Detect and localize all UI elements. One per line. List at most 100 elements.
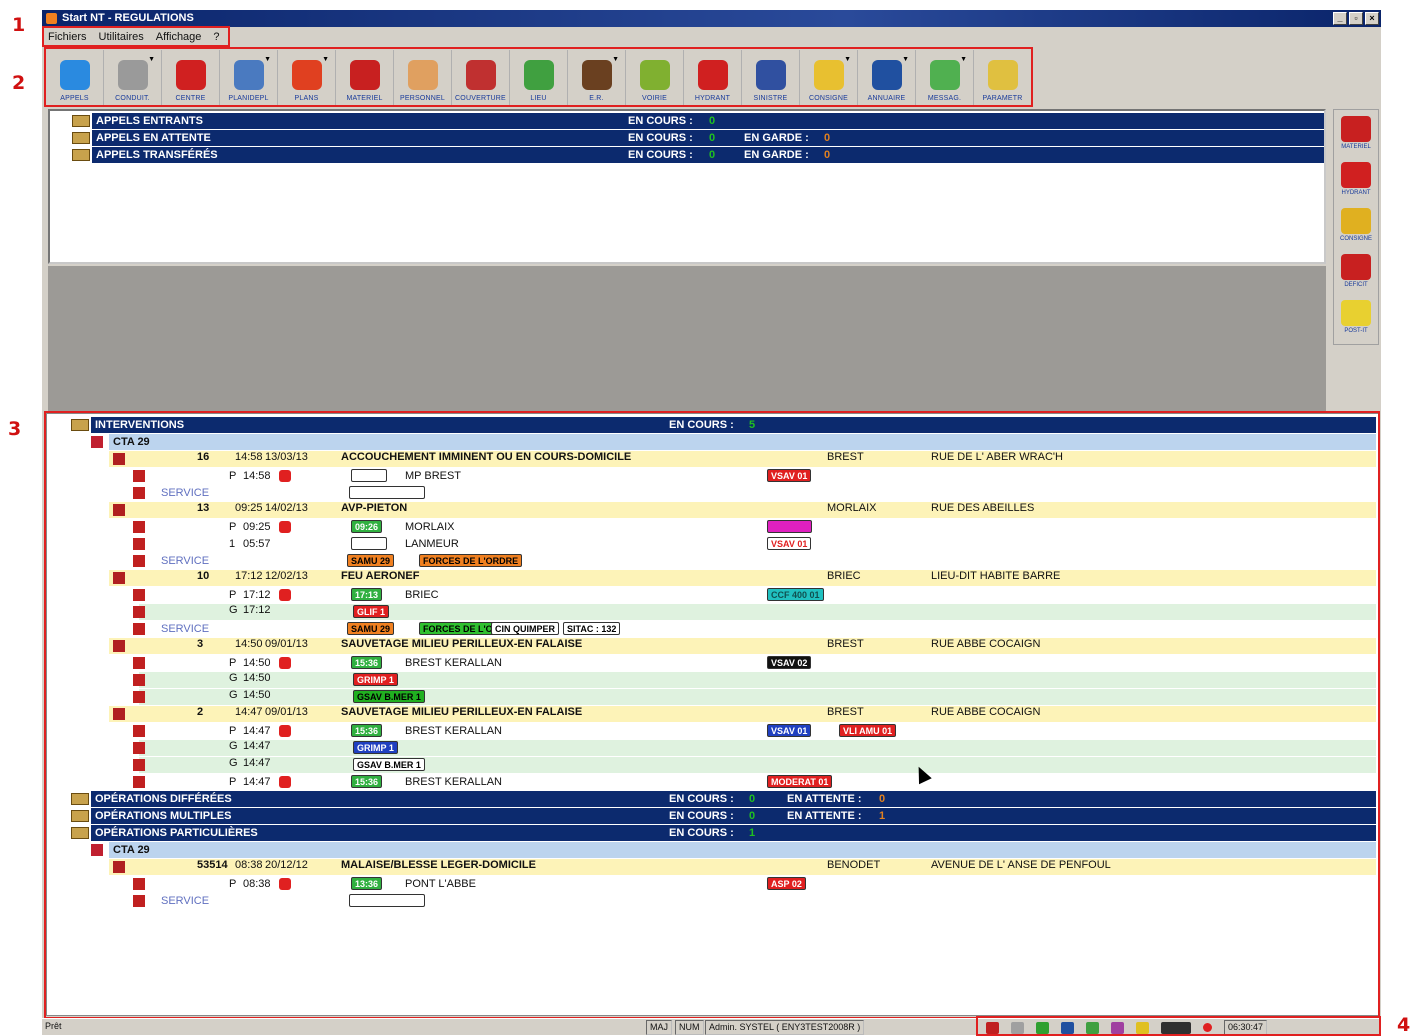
section-header[interactable]: OPÉRATIONS DIFFÉRÉES EN COURS : 0 EN ATTEN…: [91, 791, 1376, 807]
time-chip[interactable]: 15:36: [351, 775, 383, 788]
toolbar-button-voirie[interactable]: VOIRIE: [626, 50, 684, 106]
sidebar-button-materiel[interactable]: MATERIEL: [1334, 110, 1378, 156]
timer-chip[interactable]: [349, 486, 425, 499]
service-tag[interactable]: SAMU 29: [347, 622, 395, 635]
toolbar-button-personnel[interactable]: PERSONNEL: [394, 50, 452, 106]
unit-row[interactable]: P 14:47 15:36 BREST KERALLAN MODERAT 01: [139, 774, 1376, 790]
toolbar-button-plans[interactable]: ▼ PLANS: [278, 50, 336, 106]
toolbar-button-couverture[interactable]: COUVERTURE: [452, 50, 510, 106]
time-chip[interactable]: 09:26: [351, 520, 383, 533]
unit-row[interactable]: G 14:47 GRIMP 1: [139, 740, 1376, 756]
menu-utilitaires[interactable]: Utilitaires: [99, 28, 144, 46]
vehicle-chip[interactable]: VSAV 02: [767, 656, 812, 669]
toolbar-button-hydrant[interactable]: HYDRANT: [684, 50, 742, 106]
toolbar-button-appels[interactable]: APPELS: [46, 50, 104, 106]
unit-row[interactable]: SERVICE SAMU 29 FORCES DE L'ORDRE CIN QUIMP…: [139, 621, 1376, 637]
toolbar-button-centre[interactable]: CENTRE: [162, 50, 220, 106]
tray-radio-icon[interactable]: [1111, 1021, 1124, 1034]
empty-chip[interactable]: [351, 537, 387, 550]
intervention-row[interactable]: 3 14:50 09/01/13 SAUVETAGE MILIEU PERILLEUX…: [109, 638, 1376, 654]
time-chip[interactable]: 15:36: [351, 724, 383, 737]
unit-row[interactable]: SERVICE: [139, 485, 1376, 501]
empty-chip[interactable]: [351, 469, 387, 482]
unit-row[interactable]: P 14:47 15:36 BREST KERALLAN VSAV 01 VLI AMU …: [139, 723, 1376, 739]
intervention-row[interactable]: 53514 08:38 20/12/12 MALAISE/BLESSE LEGER-D…: [109, 859, 1376, 875]
unit-row[interactable]: P 08:38 13:36 PONT L'ABBE ASP 02: [139, 876, 1376, 892]
call-row[interactable]: APPELS TRANSFÉRÉS EN COURS : 0 EN GARDE : …: [92, 147, 1324, 163]
unit-row[interactable]: 1 05:57 LANMEUR VSAV 01: [139, 536, 1376, 552]
section-header[interactable]: OPÉRATIONS PARTICULIÈRES EN COURS : 1: [91, 825, 1376, 841]
toolbar-button-conduit[interactable]: ▼ CONDUIT.: [104, 50, 162, 106]
unit-row[interactable]: G 17:12 GLIF 1: [139, 604, 1376, 620]
vehicle-chip[interactable]: MODERAT 01: [767, 775, 833, 788]
unit-chip[interactable]: GSAV B.MER 1: [353, 690, 425, 703]
maximize-button[interactable]: ▫: [1349, 12, 1363, 25]
tray-chart-icon[interactable]: [1086, 1021, 1099, 1034]
call-row[interactable]: APPELS ENTRANTS EN COURS : 0: [92, 113, 1324, 129]
menu-affichage[interactable]: Affichage: [156, 28, 202, 46]
intervention-row[interactable]: 16 14:58 13/03/13 ACCOUCHEMENT IMMINENT OU …: [109, 451, 1376, 467]
unit-row[interactable]: G 14:50 GRIMP 1: [139, 672, 1376, 688]
chevron-down-icon[interactable]: ▼: [960, 56, 967, 63]
service-tag[interactable]: FORCES DE L'ORDRE: [419, 554, 523, 567]
unit-row[interactable]: G 14:47 GSAV B.MER 1: [139, 757, 1376, 773]
tray-network-icon[interactable]: [1061, 1021, 1074, 1034]
toolbar-button-planidepl[interactable]: ▼ PLANIDEPL: [220, 50, 278, 106]
vehicle-chip[interactable]: ASP 02: [767, 877, 806, 890]
toolbar-button-lieu[interactable]: LIEU: [510, 50, 568, 106]
chevron-down-icon[interactable]: ▼: [148, 56, 155, 63]
toolbar-button-annuaire[interactable]: ▼ ANNUAIRE: [858, 50, 916, 106]
vehicle-chip[interactable]: VSAV 01: [767, 537, 812, 550]
vehicle-chip[interactable]: VSAV 01: [767, 724, 812, 737]
sidebar-button-deficit[interactable]: DEFICIT: [1334, 248, 1378, 294]
time-chip[interactable]: 15:36: [351, 656, 383, 669]
call-row[interactable]: APPELS EN ATTENTE EN COURS : 0 EN GARDE : …: [92, 130, 1324, 146]
minimize-button[interactable]: _: [1333, 12, 1347, 25]
tray-alert-icon[interactable]: [986, 1021, 999, 1034]
tray-map-icon[interactable]: [1036, 1021, 1049, 1034]
vehicle-chip[interactable]: CCF 400 01: [767, 588, 824, 601]
toolbar-button-sinistre[interactable]: SINISTRE: [742, 50, 800, 106]
unit-row[interactable]: P 17:12 17:13 BRIEC CCF 400 01: [139, 587, 1376, 603]
unit-chip[interactable]: GSAV B.MER 1: [353, 758, 425, 771]
service-tag[interactable]: CIN QUIMPER: [491, 622, 560, 635]
vehicle-chip[interactable]: VLI AMU 01: [839, 724, 897, 737]
intervention-row[interactable]: 13 09:25 14/02/13 AVP-PIETON MORLAIX RUE DES …: [109, 502, 1376, 518]
toolbar-button-messag[interactable]: ▼ MESSAG.: [916, 50, 974, 106]
unit-row[interactable]: P 14:50 15:36 BREST KERALLAN VSAV 02: [139, 655, 1376, 671]
sidebar-button-consigne[interactable]: CONSIGNE: [1334, 202, 1378, 248]
tray-info-icon[interactable]: [1136, 1021, 1149, 1034]
unit-chip[interactable]: GLIF 1: [353, 605, 390, 618]
intervention-row[interactable]: 2 14:47 09/01/13 SAUVETAGE MILIEU PERILLEUX…: [109, 706, 1376, 722]
unit-row[interactable]: P 14:58 MP BREST VSAV 01: [139, 468, 1376, 484]
vehicle-chip[interactable]: BSAV 01: [767, 520, 812, 533]
toolbar-button-parametr[interactable]: PARAMETR: [974, 50, 1032, 106]
sidebar-button-hydrant[interactable]: HYDRANT: [1334, 156, 1378, 202]
chevron-down-icon[interactable]: ▼: [264, 56, 271, 63]
unit-chip[interactable]: GRIMP 1: [353, 673, 398, 686]
unit-row[interactable]: SERVICE: [139, 893, 1376, 909]
cta-row[interactable]: CTA 29: [109, 434, 1376, 450]
section-header[interactable]: OPÉRATIONS MULTIPLES EN COURS : 0 EN ATTEN…: [91, 808, 1376, 824]
unit-chip[interactable]: GRIMP 1: [353, 741, 398, 754]
chevron-down-icon[interactable]: ▼: [322, 56, 329, 63]
toolbar-button-er[interactable]: ▼ E.R.: [568, 50, 626, 106]
tray-shield-icon[interactable]: [1011, 1021, 1024, 1034]
service-tag[interactable]: SAMU 29: [347, 554, 395, 567]
chevron-down-icon[interactable]: ▼: [902, 56, 909, 63]
service-tag[interactable]: SITAC : 132: [563, 622, 621, 635]
chevron-down-icon[interactable]: ▼: [612, 56, 619, 63]
tray-record-icon[interactable]: [1203, 1023, 1212, 1032]
menu-help[interactable]: ?: [213, 28, 219, 46]
vehicle-chip[interactable]: VSAV 01: [767, 469, 812, 482]
chevron-down-icon[interactable]: ▼: [844, 56, 851, 63]
unit-row[interactable]: P 09:25 09:26 MORLAIX BSAV 01: [139, 519, 1376, 535]
unit-row[interactable]: G 14:50 GSAV B.MER 1: [139, 689, 1376, 705]
section-header[interactable]: INTERVENTIONS EN COURS : 5: [91, 417, 1376, 433]
cta-row[interactable]: CTA 29: [109, 842, 1376, 858]
intervention-row[interactable]: 10 17:12 12/02/13 FEU AERONEF BRIEC LIEU-DIT …: [109, 570, 1376, 586]
time-chip[interactable]: 17:13: [351, 588, 383, 601]
timer-chip[interactable]: [349, 894, 425, 907]
menu-fichiers[interactable]: Fichiers: [48, 28, 87, 46]
close-button[interactable]: ×: [1365, 12, 1379, 25]
